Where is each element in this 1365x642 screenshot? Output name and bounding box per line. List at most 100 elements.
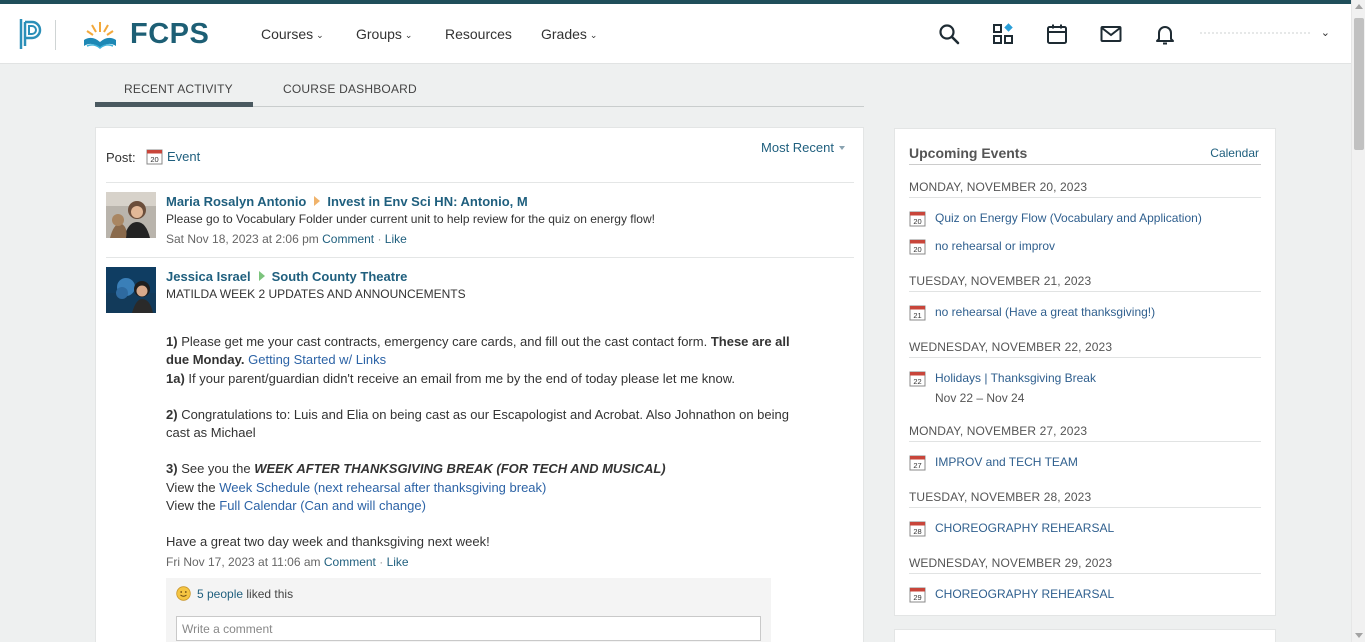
divider xyxy=(909,357,1261,358)
body-text: If your parent/guardian didn't receive a… xyxy=(188,371,736,386)
caret-down-icon xyxy=(839,146,845,150)
nav-resources[interactable]: Resources xyxy=(445,26,512,42)
active-tab-indicator xyxy=(95,102,253,107)
svg-text:27: 27 xyxy=(913,461,921,470)
getting-started-link[interactable]: Getting Started w/ Links xyxy=(248,352,386,367)
calendar-icon[interactable] xyxy=(1045,22,1069,46)
body-text: View the xyxy=(166,498,216,513)
body-text: See you the xyxy=(181,461,251,476)
day-header: Wednesday, November 22, 2023 xyxy=(909,340,1113,354)
chevron-down-icon: ⌄ xyxy=(404,30,413,40)
mail-icon[interactable] xyxy=(1099,22,1123,46)
body-line-1: 1) Please get me your cast contracts, em… xyxy=(166,334,790,349)
day-header: Monday, November 20, 2023 xyxy=(909,180,1088,194)
apps-icon[interactable] xyxy=(991,22,1015,46)
home-tabs: RECENT ACTIVITY COURSE DASHBOARD xyxy=(95,65,864,107)
event-item[interactable]: 20 Quiz on Energy Flow (Vocabulary and A… xyxy=(909,210,1202,227)
event-item[interactable]: 22 Holidays | Thanksgiving Break Nov 22 … xyxy=(909,370,1096,405)
comment-link[interactable]: Comment xyxy=(322,232,374,246)
day-header: Tuesday, November 28, 2023 xyxy=(909,490,1092,504)
event-title[interactable]: Holidays | Thanksgiving Break xyxy=(935,371,1096,385)
calendar-link[interactable]: Calendar xyxy=(1210,146,1259,160)
smiley-icon xyxy=(176,586,191,601)
entry-header: Maria Rosalyn Antonio Invest in Env Sci H… xyxy=(166,194,528,209)
divider xyxy=(909,164,1261,165)
arrow-right-icon xyxy=(258,271,265,281)
entry-text: MATILDA WEEK 2 UPDATES AND ANNOUNCEMENTS xyxy=(166,287,466,301)
calendar-day-icon: 20 xyxy=(146,148,163,165)
tab-course-dashboard[interactable]: COURSE DASHBOARD xyxy=(283,82,417,96)
event-item[interactable]: 28 CHOREOGRAPHY REHEARSAL xyxy=(909,520,1114,537)
likes-row: 5 people liked this xyxy=(176,586,293,601)
body-line-3: 1a) If your parent/guardian didn't recei… xyxy=(166,371,735,386)
body-bold-text: due Monday. xyxy=(166,352,245,367)
event-title[interactable]: no rehearsal or improv xyxy=(935,239,1055,253)
event-title[interactable]: CHOREOGRAPHY REHEARSAL xyxy=(935,587,1114,601)
tab-recent-activity[interactable]: RECENT ACTIVITY xyxy=(124,82,233,96)
district-book-logo-icon[interactable] xyxy=(82,18,118,52)
body-line-8: View the Full Calendar (Can and will cha… xyxy=(166,498,426,513)
event-item[interactable]: 27 IMPROV and TECH TEAM xyxy=(909,454,1078,471)
event-date-range: Nov 22 – Nov 24 xyxy=(935,391,1025,405)
event-title[interactable]: no rehearsal (Have a great thanksgiving!… xyxy=(935,305,1155,319)
powerschool-logo-icon[interactable] xyxy=(18,16,44,52)
likes-suffix: liked this xyxy=(246,586,294,601)
svg-text:20: 20 xyxy=(913,245,921,254)
week-schedule-link[interactable]: Week Schedule (next rehearsal after than… xyxy=(219,480,546,495)
divider xyxy=(909,573,1261,574)
search-icon[interactable] xyxy=(937,22,961,46)
item-number: 3) xyxy=(166,461,178,476)
like-link[interactable]: Like xyxy=(385,232,407,246)
next-panel-card xyxy=(894,629,1276,642)
body-bold-text: These are all xyxy=(710,334,790,349)
likers-link[interactable]: 5 people xyxy=(197,587,243,601)
header-divider xyxy=(55,20,56,50)
separator-dot: · xyxy=(374,232,385,246)
post-label: Post: xyxy=(106,150,136,165)
chevron-down-icon: ⌄ xyxy=(316,30,324,40)
nav-grades[interactable]: Grades ⌄ xyxy=(541,26,597,42)
day-header: Monday, November 27, 2023 xyxy=(909,424,1088,438)
divider xyxy=(106,182,854,183)
avatar[interactable] xyxy=(106,192,156,238)
scroll-down-arrow-icon[interactable] xyxy=(1355,633,1363,638)
likes-comment-box: 5 people liked this xyxy=(166,578,771,642)
event-item[interactable]: 29 CHOREOGRAPHY REHEARSAL xyxy=(909,586,1114,603)
course-link[interactable]: Invest in Env Sci HN: Antonio, M xyxy=(327,194,527,209)
nav-courses[interactable]: Courses ⌄ xyxy=(261,26,324,42)
user-name-redacted xyxy=(1200,32,1310,36)
scroll-up-arrow-icon[interactable] xyxy=(1355,4,1363,9)
calendar-day-icon: 20 xyxy=(909,210,926,227)
bell-icon[interactable] xyxy=(1153,22,1177,46)
event-title[interactable]: IMPROV and TECH TEAM xyxy=(935,455,1078,469)
avatar[interactable] xyxy=(106,267,156,313)
author-link[interactable]: Jessica Israel xyxy=(166,269,251,284)
event-item[interactable]: 21 no rehearsal (Have a great thanksgivi… xyxy=(909,304,1155,321)
full-calendar-link[interactable]: Full Calendar (Can and will change) xyxy=(219,498,426,513)
group-link[interactable]: South County Theatre xyxy=(272,269,408,284)
page-scrollbar[interactable] xyxy=(1351,0,1365,642)
comment-link[interactable]: Comment xyxy=(324,555,376,569)
calendar-day-icon: 28 xyxy=(909,520,926,537)
body-emphasis: WEEK AFTER THANKSGIVING BREAK (FOR TECH … xyxy=(254,461,666,476)
comment-input[interactable] xyxy=(176,616,761,641)
nav-label: Grades xyxy=(541,26,587,42)
entry-header: Jessica Israel South County Theatre xyxy=(166,269,407,284)
post-event-button[interactable]: 20 Event xyxy=(146,148,200,165)
event-item[interactable]: 20 no rehearsal or improv xyxy=(909,238,1055,255)
body-line-2: due Monday. Getting Started w/ Links xyxy=(166,352,386,367)
district-name[interactable]: FCPS xyxy=(130,18,209,51)
like-link[interactable]: Like xyxy=(387,555,409,569)
nav-groups[interactable]: Groups ⌄ xyxy=(356,26,412,42)
body-line-4: 2) Congratulations to: Luis and Elia on … xyxy=(166,407,789,422)
author-link[interactable]: Maria Rosalyn Antonio xyxy=(166,194,306,209)
user-menu[interactable]: ⌄ xyxy=(1200,24,1340,44)
scrollbar-thumb[interactable] xyxy=(1354,18,1364,150)
svg-text:20: 20 xyxy=(150,155,158,164)
event-title[interactable]: CHOREOGRAPHY REHEARSAL xyxy=(935,521,1114,535)
event-title[interactable]: Quiz on Energy Flow (Vocabulary and Appl… xyxy=(935,211,1202,225)
entry-meta: Sat Nov 18, 2023 at 2:06 pm Comment · Li… xyxy=(166,232,407,246)
app-header: FCPS Courses ⌄ Groups ⌄ Resources Grades ⌄ … xyxy=(0,4,1351,64)
svg-text:21: 21 xyxy=(913,311,921,320)
sort-dropdown[interactable]: Most Recent xyxy=(761,140,845,155)
